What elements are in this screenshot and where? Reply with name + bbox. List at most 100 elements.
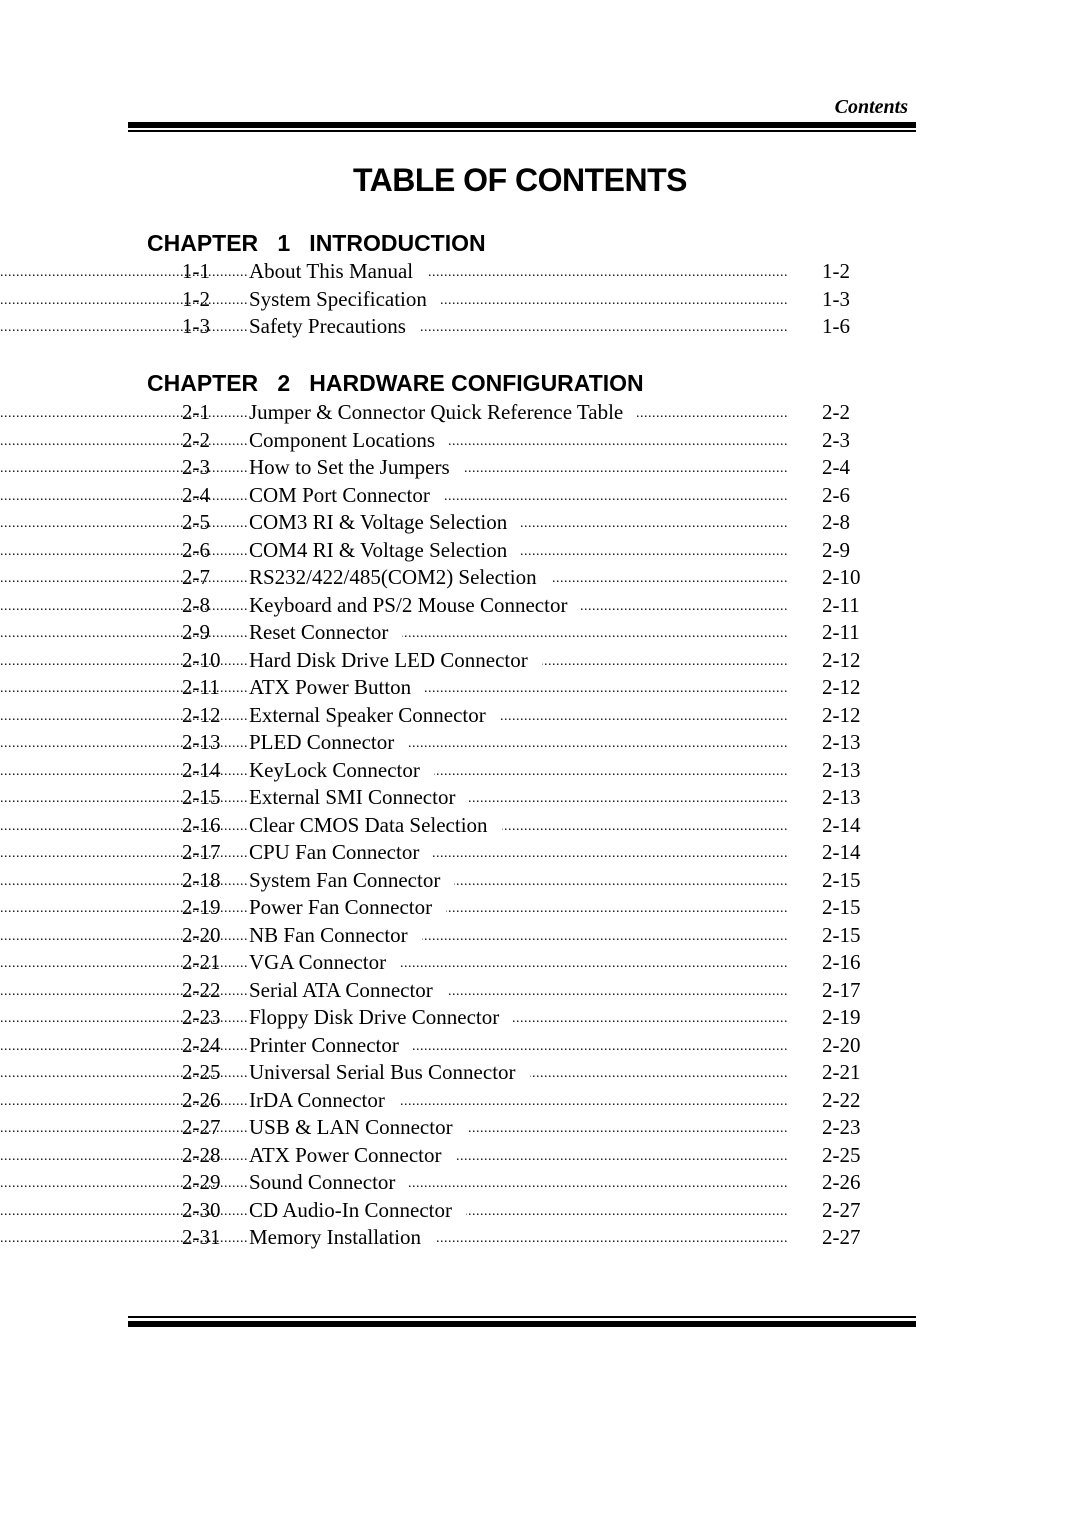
toc-entry-title[interactable]: Printer Connector	[249, 1032, 413, 1058]
toc-entry-title[interactable]: RS232/422/485(COM2) Selection	[249, 565, 551, 590]
toc-entry-title[interactable]: About This Manual	[249, 259, 428, 284]
toc-entry[interactable]: ........................................…	[0, 867, 1080, 896]
toc-entry-title[interactable]: Keyboard and PS/2 Mouse Connector	[249, 592, 582, 618]
toc-entry-title[interactable]: Universal Serial Bus Connector	[249, 1060, 530, 1085]
toc-entry-title[interactable]: Clear CMOS Data Selection	[249, 812, 502, 838]
toc-entry[interactable]: ........................................…	[0, 922, 1080, 951]
toc-entry-page[interactable]: 2-2	[822, 400, 850, 425]
toc-entry[interactable]: ........................................…	[0, 259, 1080, 287]
toc-entry-title[interactable]: System Specification	[249, 286, 441, 312]
toc-entry[interactable]: ........................................…	[0, 647, 1080, 676]
toc-entry[interactable]: ........................................…	[0, 1005, 1080, 1033]
toc-entry-title[interactable]: Serial ATA Connector	[249, 977, 447, 1003]
toc-entry-page[interactable]: 2-20	[822, 1033, 861, 1058]
toc-entry-title[interactable]: External Speaker Connector	[249, 702, 500, 728]
toc-entry-page[interactable]: 2-22	[822, 1088, 861, 1113]
toc-entry-page[interactable]: 2-23	[822, 1115, 861, 1140]
toc-entry-title[interactable]: COM3 RI & Voltage Selection	[249, 510, 522, 535]
toc-entry-title[interactable]: USB & LAN Connector	[249, 1115, 467, 1140]
toc-entry-page[interactable]: 2-11	[822, 593, 860, 618]
toc-entry-page[interactable]: 2-6	[822, 483, 850, 508]
toc-entry-page[interactable]: 2-3	[822, 428, 850, 453]
toc-entry-title[interactable]: Floppy Disk Drive Connector	[249, 1005, 514, 1030]
toc-entry-title[interactable]: Jumper & Connector Quick Reference Table	[249, 400, 638, 425]
toc-entry[interactable]: ........................................…	[0, 785, 1080, 813]
toc-entry-title[interactable]: Hard Disk Drive LED Connector	[249, 647, 542, 673]
toc-entry[interactable]: ........................................…	[0, 1032, 1080, 1061]
toc-entry[interactable]: ........................................…	[0, 1087, 1080, 1116]
toc-entry-page[interactable]: 2-17	[822, 978, 861, 1003]
toc-entry[interactable]: ........................................…	[0, 840, 1080, 868]
toc-entry[interactable]: ........................................…	[0, 1225, 1080, 1253]
toc-entry-page[interactable]: 2-19	[822, 1005, 861, 1030]
toc-entry[interactable]: ........................................…	[0, 977, 1080, 1006]
toc-entry[interactable]: ........................................…	[0, 757, 1080, 786]
toc-entry-title[interactable]: Component Locations	[249, 427, 450, 453]
toc-entry[interactable]: ........................................…	[0, 1170, 1080, 1198]
toc-entry-page[interactable]: 2-13	[822, 730, 861, 755]
toc-entry-page[interactable]: 2-26	[822, 1170, 861, 1195]
toc-entry[interactable]: ........................................…	[0, 950, 1080, 978]
toc-entry-title[interactable]: External SMI Connector	[249, 785, 470, 810]
toc-entry-title[interactable]: Safety Precautions	[249, 314, 420, 339]
toc-entry[interactable]: ........................................…	[0, 1142, 1080, 1171]
toc-entry[interactable]: ........................................…	[0, 314, 1080, 342]
toc-entry-page[interactable]: 1-2	[822, 259, 850, 284]
toc-entry[interactable]: ........................................…	[0, 730, 1080, 758]
toc-entry[interactable]: ........................................…	[0, 812, 1080, 841]
toc-entry[interactable]: ........................................…	[0, 1115, 1080, 1143]
toc-entry-page[interactable]: 1-3	[822, 287, 850, 312]
toc-entry-page[interactable]: 2-8	[822, 510, 850, 535]
toc-entry-title[interactable]: NB Fan Connector	[249, 922, 422, 948]
toc-entry[interactable]: ........................................…	[0, 510, 1080, 538]
toc-entry-page[interactable]: 2-27	[822, 1198, 861, 1223]
toc-entry-page[interactable]: 2-21	[822, 1060, 861, 1085]
toc-entry[interactable]: ........................................…	[0, 455, 1080, 483]
toc-entry-title[interactable]: PLED Connector	[249, 730, 409, 755]
toc-entry[interactable]: ........................................…	[0, 675, 1080, 703]
toc-entry-title[interactable]: Sound Connector	[249, 1170, 410, 1195]
toc-entry-title[interactable]: COM Port Connector	[249, 482, 444, 508]
toc-entry-title[interactable]: CD Audio-In Connector	[249, 1197, 466, 1223]
toc-entry[interactable]: ........................................…	[0, 592, 1080, 621]
toc-entry-title[interactable]: Memory Installation	[249, 1225, 436, 1250]
toc-entry[interactable]: ........................................…	[0, 427, 1080, 456]
toc-entry-title[interactable]: ATX Power Button	[249, 675, 426, 700]
toc-entry-page[interactable]: 2-15	[822, 923, 861, 948]
toc-entry-page[interactable]: 2-15	[822, 895, 861, 920]
toc-entry[interactable]: ........................................…	[0, 1060, 1080, 1088]
toc-entry-page[interactable]: 2-13	[822, 785, 861, 810]
toc-entry[interactable]: ........................................…	[0, 286, 1080, 315]
toc-entry-page[interactable]: 2-14	[822, 813, 861, 838]
toc-entry-title[interactable]: KeyLock Connector	[249, 757, 434, 783]
toc-entry[interactable]: ........................................…	[0, 620, 1080, 648]
toc-entry-title[interactable]: COM4 RI & Voltage Selection	[249, 537, 522, 563]
toc-entry[interactable]: ........................................…	[0, 400, 1080, 428]
toc-entry[interactable]: ........................................…	[0, 482, 1080, 511]
toc-entry-page[interactable]: 2-4	[822, 455, 850, 480]
toc-entry-page[interactable]: 2-25	[822, 1143, 861, 1168]
toc-entry-title[interactable]: CPU Fan Connector	[249, 840, 434, 865]
toc-entry-page[interactable]: 2-9	[822, 538, 850, 563]
toc-entry[interactable]: ........................................…	[0, 702, 1080, 731]
toc-entry-title[interactable]: Power Fan Connector	[249, 895, 447, 920]
toc-entry-title[interactable]: How to Set the Jumpers	[249, 455, 464, 480]
toc-entry-page[interactable]: 2-27	[822, 1225, 861, 1250]
toc-entry-page[interactable]: 2-12	[822, 648, 861, 673]
toc-entry-page[interactable]: 2-14	[822, 840, 861, 865]
toc-entry-page[interactable]: 2-10	[822, 565, 861, 590]
toc-entry-page[interactable]: 1-6	[822, 314, 850, 339]
toc-entry-page[interactable]: 2-12	[822, 675, 861, 700]
toc-entry-title[interactable]: System Fan Connector	[249, 867, 455, 893]
toc-entry[interactable]: ........................................…	[0, 565, 1080, 593]
toc-entry-page[interactable]: 2-11	[822, 620, 860, 645]
toc-entry[interactable]: ........................................…	[0, 537, 1080, 566]
toc-entry-page[interactable]: 2-13	[822, 758, 861, 783]
toc-entry[interactable]: ........................................…	[0, 1197, 1080, 1226]
toc-entry-title[interactable]: VGA Connector	[249, 950, 401, 975]
toc-entry-title[interactable]: Reset Connector	[249, 620, 403, 645]
toc-entry-page[interactable]: 2-15	[822, 868, 861, 893]
toc-entry-page[interactable]: 2-16	[822, 950, 861, 975]
toc-entry-title[interactable]: IrDA Connector	[249, 1087, 399, 1113]
toc-entry[interactable]: ........................................…	[0, 895, 1080, 923]
